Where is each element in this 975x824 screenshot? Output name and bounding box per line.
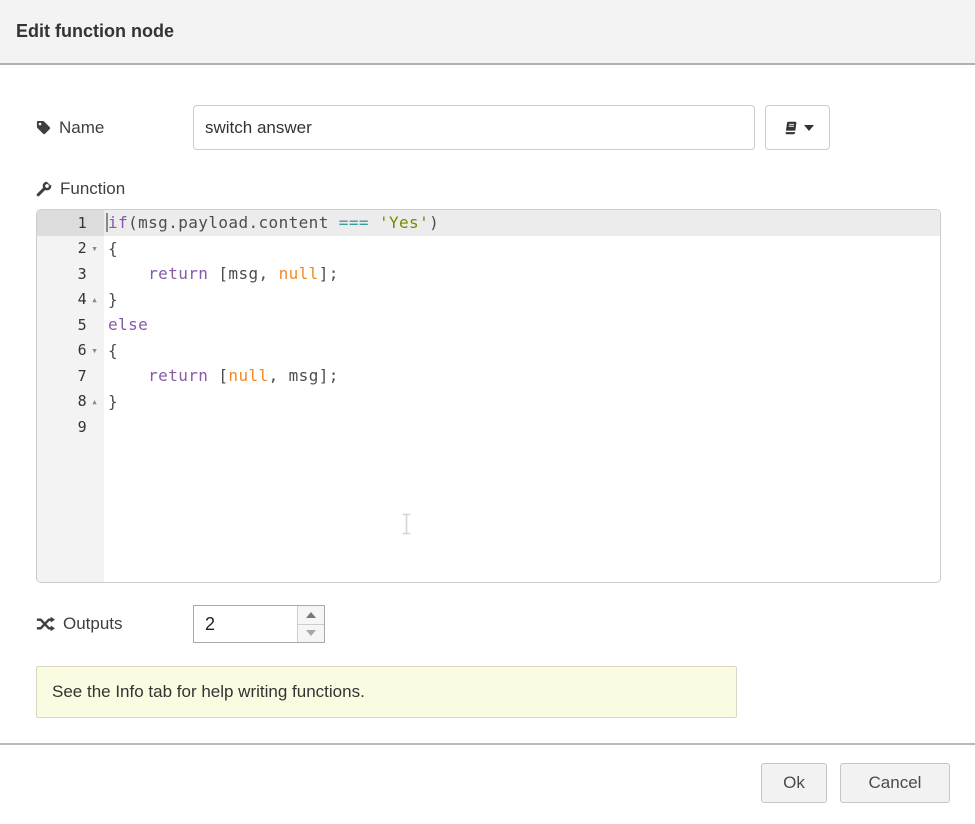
code-row: 7 return [null, msg]; [37, 363, 940, 389]
fold-close-icon[interactable]: ▴ [87, 294, 102, 305]
gutter-cell[interactable]: 1 [37, 210, 104, 236]
wrench-icon [36, 181, 52, 197]
dialog-body: Name [0, 105, 975, 803]
arrow-up-icon [306, 612, 316, 618]
outputs-input[interactable] [194, 606, 297, 642]
arrow-down-icon [306, 630, 316, 636]
spinner-down-button[interactable] [298, 625, 324, 643]
gutter-cell[interactable]: 2▾ [37, 236, 104, 262]
line-number: 5 [78, 316, 87, 334]
text-cursor [106, 213, 108, 232]
code-filler[interactable] [104, 440, 940, 583]
code-row: 3 return [msg, null]; [37, 261, 940, 287]
line-number: 6 [78, 341, 87, 359]
line-number: 2 [78, 239, 87, 257]
code-line[interactable]: if(msg.payload.content === 'Yes') [104, 210, 940, 236]
code-editor[interactable]: 1if(msg.payload.content === 'Yes')2▾{3 r… [36, 209, 941, 583]
outputs-label-text: Outputs [63, 614, 123, 634]
code-row: 2▾{ [37, 236, 940, 262]
outputs-row: Outputs [36, 605, 941, 643]
info-tip-text: See the Info tab for help writing functi… [52, 682, 365, 702]
code-line[interactable]: else [104, 312, 940, 338]
spinner-up-button[interactable] [298, 606, 324, 625]
name-label: Name [36, 118, 193, 138]
info-tip: See the Info tab for help writing functi… [36, 666, 737, 718]
gutter-cell[interactable]: 6▾ [37, 338, 104, 364]
cancel-button[interactable]: Cancel [840, 763, 950, 803]
code-line[interactable]: { [104, 338, 940, 364]
fold-open-icon[interactable]: ▾ [87, 243, 102, 254]
function-label-text: Function [60, 179, 125, 199]
editor-filler [37, 440, 940, 583]
spinner-buttons [297, 606, 324, 642]
book-icon [782, 120, 798, 136]
gutter-cell[interactable]: 7 [37, 363, 104, 389]
code-row: 5 else [37, 312, 940, 338]
outputs-spinner [193, 605, 325, 643]
name-row: Name [36, 105, 941, 150]
name-input[interactable] [193, 105, 755, 150]
outputs-label: Outputs [36, 614, 193, 634]
code-row: 1 if(msg.payload.content === 'Yes') [37, 210, 940, 236]
code-line[interactable]: return [null, msg]; [104, 363, 940, 389]
chevron-down-icon [804, 125, 814, 131]
line-number: 4 [78, 290, 87, 308]
code-line[interactable]: } [104, 389, 940, 415]
footer-buttons: Ok Cancel [36, 745, 975, 803]
line-number: 8 [78, 392, 87, 410]
line-number: 7 [78, 367, 87, 385]
tag-icon [36, 120, 51, 135]
line-number: 3 [78, 265, 87, 283]
gutter-cell[interactable]: 8▴ [37, 389, 104, 415]
gutter-cell[interactable]: 9 [37, 414, 104, 440]
gutter-cell[interactable]: 3 [37, 261, 104, 287]
edit-function-dialog: { "header": { "title": "Edit function no… [0, 0, 975, 824]
code-row: 6▾{ [37, 338, 940, 364]
function-label: Function [36, 179, 941, 199]
library-button[interactable] [765, 105, 830, 150]
gutter-filler [37, 440, 104, 583]
code-editor-lines: 1if(msg.payload.content === 'Yes')2▾{3 r… [37, 210, 940, 582]
line-number: 1 [78, 214, 87, 232]
dialog-title: Edit function node [16, 21, 174, 42]
code-line[interactable]: { [104, 236, 940, 262]
code-line[interactable] [104, 414, 940, 440]
line-number: 9 [78, 418, 87, 436]
gutter-cell[interactable]: 5 [37, 312, 104, 338]
gutter-cell[interactable]: 4▴ [37, 287, 104, 313]
shuffle-icon [36, 616, 55, 632]
code-line[interactable]: } [104, 287, 940, 313]
fold-close-icon[interactable]: ▴ [87, 396, 102, 407]
code-row: 4▴} [37, 287, 940, 313]
code-row: 8▴} [37, 389, 940, 415]
code-row: 9 [37, 414, 940, 440]
dialog-header: Edit function node [0, 0, 975, 65]
fold-open-icon[interactable]: ▾ [87, 345, 102, 356]
ok-button[interactable]: Ok [761, 763, 827, 803]
code-line[interactable]: return [msg, null]; [104, 261, 940, 287]
name-label-text: Name [59, 118, 104, 138]
